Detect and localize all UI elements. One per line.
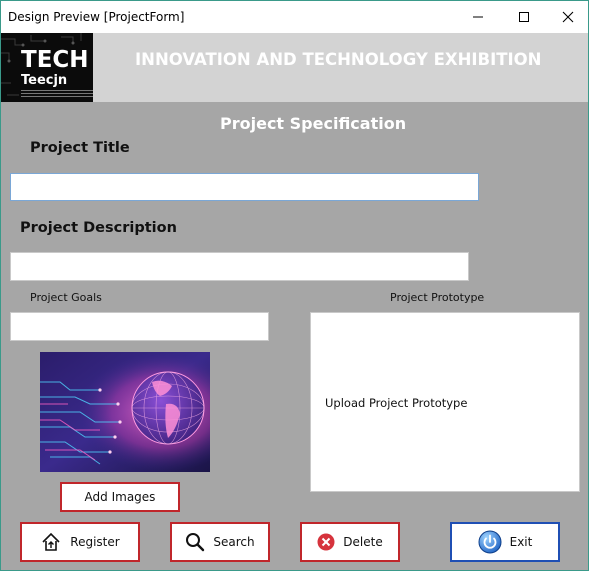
tech-logo: TECH Teecjn: [1, 33, 93, 102]
minimize-icon: [473, 16, 483, 18]
exit-power-icon: [478, 530, 502, 554]
maximize-icon: [519, 12, 529, 22]
delete-button[interactable]: Delete: [300, 522, 400, 562]
project-prototype-label: Project Prototype: [390, 291, 485, 304]
maximize-button[interactable]: [501, 1, 547, 33]
project-title-input[interactable]: [10, 173, 479, 201]
logo-subtext: Teecjn: [21, 73, 68, 88]
title-bar: Design Preview [ProjectForm]: [1, 1, 588, 33]
search-button[interactable]: Search: [170, 522, 270, 562]
window-title: Design Preview [ProjectForm]: [8, 10, 185, 24]
minimize-button[interactable]: [455, 1, 501, 33]
close-button[interactable]: [545, 1, 589, 33]
delete-label: Delete: [343, 535, 383, 549]
close-icon: [562, 11, 574, 23]
add-images-button[interactable]: Add Images: [60, 482, 180, 512]
register-button[interactable]: Register: [20, 522, 140, 562]
exit-button[interactable]: Exit: [450, 522, 560, 562]
header-banner: TECH Teecjn INNOVATION AND TECHNOLOGY EX…: [1, 33, 588, 102]
search-label: Search: [213, 535, 255, 549]
section-title: Project Specification: [220, 114, 407, 133]
banner-heading: INNOVATION AND TECHNOLOGY EXHIBITION: [135, 50, 542, 69]
project-description-label: Project Description: [20, 220, 177, 236]
register-label: Register: [70, 535, 120, 549]
logo-text: TECH: [21, 47, 89, 73]
upload-house-icon: [40, 531, 62, 553]
delete-x-icon: [317, 533, 335, 551]
logo-fine-print: [21, 90, 93, 99]
project-goals-label: Project Goals: [30, 291, 102, 304]
project-form-window: Design Preview [ProjectForm] TECH Teecjn: [0, 0, 589, 571]
prototype-upload-text: Upload Project Prototype: [325, 396, 468, 410]
search-icon: [185, 532, 205, 552]
project-title-label: Project Title: [30, 140, 130, 156]
prototype-upload-area[interactable]: Upload Project Prototype: [310, 312, 580, 492]
project-description-input[interactable]: [10, 252, 469, 281]
project-goals-input[interactable]: [10, 312, 269, 341]
add-images-label: Add Images: [84, 490, 156, 504]
globe-image: [40, 352, 210, 472]
exit-label: Exit: [509, 535, 533, 549]
